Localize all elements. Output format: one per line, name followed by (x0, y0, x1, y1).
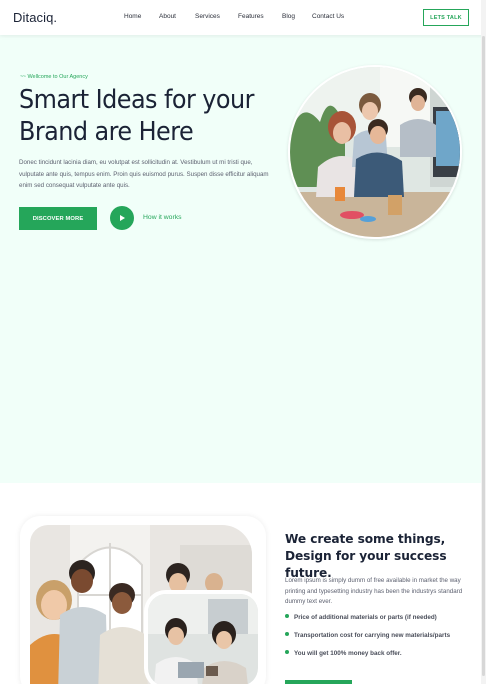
meeting-photo-icon (148, 594, 258, 684)
brand-logo[interactable]: Ditaciq. (13, 10, 57, 25)
nav-home[interactable]: Home (124, 13, 141, 20)
hero-team-photo (288, 65, 462, 239)
bullet-dot-icon (285, 632, 289, 636)
bullet-text: Price of additional materials or parts (… (294, 614, 437, 621)
about-cta-button[interactable] (285, 680, 352, 684)
bullet-text: Transportation cost for carrying new mat… (294, 632, 451, 639)
list-item: Transportation cost for carrying new mat… (285, 632, 450, 639)
scrollbar-thumb[interactable] (482, 36, 485, 676)
hero-kicker: ~~ Wellcome to Our Agency (20, 74, 88, 80)
hero-kicker-text: Wellcome to Our Agency (27, 74, 88, 80)
how-it-works-link[interactable]: How it works (143, 214, 182, 221)
nav-about[interactable]: About (159, 13, 176, 20)
play-video-button[interactable] (110, 206, 134, 230)
about-description: Lorem ipsum is simply dumm of free avail… (285, 577, 463, 605)
about-inset-photo (144, 590, 262, 684)
bullet-dot-icon (285, 650, 289, 654)
discover-more-button[interactable]: DISCOVER MORE (19, 207, 97, 230)
nav-features[interactable]: Features (238, 13, 264, 20)
list-item: Price of additional materials or parts (… (285, 614, 437, 621)
kicker-dash-icon: ~~ (20, 74, 26, 80)
about-title: We create some things, Design for your s… (285, 532, 447, 580)
nav-services[interactable]: Services (195, 13, 220, 20)
bullet-dot-icon (285, 614, 289, 618)
team-photo-icon (290, 67, 460, 237)
bullet-text: You will get 100% money back offer. (294, 650, 402, 657)
hero-description: Donec tincidunt lacinia diam, eu volutpa… (19, 159, 269, 189)
top-navbar: Ditaciq. Home About Services Features Bl… (0, 0, 486, 35)
nav-blog[interactable]: Blog (282, 13, 295, 20)
hero-title: Smart Ideas for your Brand are Here (19, 85, 254, 147)
lets-talk-button[interactable]: LETS TALK (423, 9, 469, 26)
nav-contact-us[interactable]: Contact Us (312, 13, 344, 20)
list-item: You will get 100% money back offer. (285, 650, 402, 657)
play-icon (120, 215, 125, 221)
